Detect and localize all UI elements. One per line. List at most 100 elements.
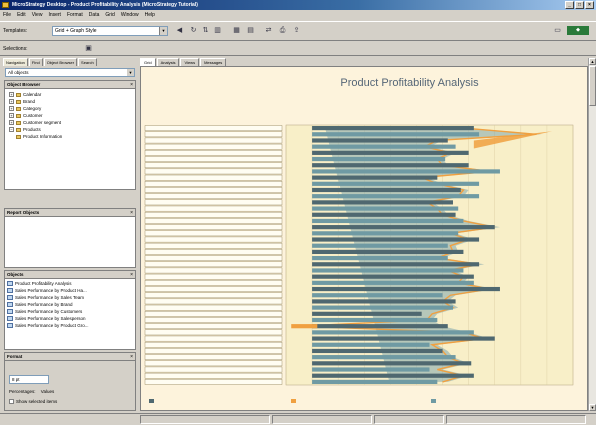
objects-header: Objects × bbox=[5, 271, 135, 279]
list-item[interactable]: Sales Performance by Brand bbox=[7, 301, 133, 308]
report-tabs: Grid Analysis Views Messages bbox=[140, 58, 227, 66]
selection-icon[interactable]: ▣ bbox=[84, 44, 93, 53]
template-select[interactable]: Grid + Graph Style ▼ bbox=[52, 26, 168, 36]
collapse-icon[interactable]: − bbox=[9, 127, 14, 132]
expand-icon[interactable]: + bbox=[9, 113, 14, 118]
list-item-label: Product Profitability Analysis bbox=[15, 281, 72, 286]
close-icon[interactable]: × bbox=[130, 353, 133, 361]
list-item[interactable]: Sales Performance by Product Ha... bbox=[7, 287, 133, 294]
tab-analysis[interactable]: Analysis bbox=[156, 58, 180, 66]
expand-icon[interactable]: + bbox=[9, 99, 14, 104]
menu-insert[interactable]: Insert bbox=[48, 10, 61, 20]
close-button[interactable]: × bbox=[585, 1, 594, 9]
maximize-button[interactable]: □ bbox=[575, 1, 584, 9]
tree-item-label: Customer segment bbox=[23, 120, 62, 125]
tree-item[interactable]: + Category bbox=[9, 105, 131, 112]
folder-icon bbox=[16, 113, 21, 118]
tree-item[interactable]: + Customer bbox=[9, 112, 131, 119]
menu-data[interactable]: Data bbox=[89, 10, 100, 20]
report-icon bbox=[7, 281, 13, 286]
legend-swatch bbox=[291, 399, 296, 403]
refresh-icon[interactable]: ↻ bbox=[189, 26, 198, 35]
export-icon[interactable]: ⇪ bbox=[292, 26, 301, 35]
scroll-down-icon[interactable]: ▼ bbox=[589, 404, 596, 411]
status-cell-4 bbox=[446, 415, 586, 424]
menu-grid[interactable]: Grid bbox=[105, 10, 114, 20]
graph-icon[interactable]: ▤ bbox=[246, 26, 255, 35]
menu-file[interactable]: File bbox=[3, 10, 11, 20]
tab-search[interactable]: Search bbox=[78, 58, 97, 66]
list-item[interactable]: Sales Performance by Salesperson bbox=[7, 315, 133, 322]
menu-view[interactable]: View bbox=[32, 10, 43, 20]
tree-item[interactable]: + Calendar bbox=[9, 91, 131, 98]
pivot-icon[interactable]: ⇄ bbox=[264, 26, 273, 35]
list-item[interactable]: Product Profitability Analysis bbox=[7, 280, 133, 287]
close-icon[interactable]: × bbox=[130, 271, 133, 279]
bar bbox=[312, 379, 438, 384]
row-label-box bbox=[144, 137, 283, 144]
expand-icon[interactable]: + bbox=[9, 92, 14, 97]
tab-grid[interactable]: Grid bbox=[140, 58, 156, 66]
grid-icon[interactable]: ▦ bbox=[232, 26, 241, 35]
object-filter-select[interactable]: All objects ▼ bbox=[5, 68, 135, 77]
list-item[interactable]: Sales Performance by Product Gro... bbox=[7, 322, 133, 329]
row-label-box bbox=[144, 354, 283, 360]
vertical-scrollbar[interactable]: ▲ ▼ bbox=[588, 58, 596, 411]
legend-swatch bbox=[149, 399, 154, 403]
menu-help[interactable]: Help bbox=[145, 10, 155, 20]
show-selected-label: Show selected items bbox=[16, 399, 58, 404]
tab-find[interactable]: Find bbox=[28, 58, 43, 66]
report-icon bbox=[7, 309, 13, 314]
tree-item-label: Brand bbox=[23, 99, 36, 104]
bar bbox=[312, 268, 464, 273]
percentages-value[interactable]: Values bbox=[41, 389, 54, 394]
format-header: Format × bbox=[5, 353, 135, 361]
tab-views[interactable]: Views bbox=[180, 58, 200, 66]
back-icon[interactable]: ◀ bbox=[175, 26, 184, 35]
row-label-box bbox=[144, 150, 283, 156]
report-icon bbox=[7, 288, 13, 293]
sort-icon[interactable]: ⇅ bbox=[201, 26, 210, 35]
bar bbox=[312, 361, 472, 366]
tree-item[interactable]: − Products bbox=[9, 126, 131, 133]
scroll-thumb[interactable] bbox=[589, 66, 596, 106]
format-panel: Format × 8 pt Percentages: Values Show s… bbox=[4, 352, 136, 411]
bar bbox=[312, 324, 448, 329]
expand-icon[interactable]: + bbox=[9, 120, 14, 125]
close-icon[interactable]: × bbox=[130, 81, 133, 89]
view-icon[interactable]: ▭ bbox=[553, 26, 562, 35]
logo-icon: ◆ bbox=[567, 26, 589, 35]
expand-icon[interactable]: + bbox=[9, 106, 14, 111]
list-item[interactable]: Sales Performance by Customers bbox=[7, 308, 133, 315]
bar bbox=[312, 156, 446, 162]
chart-icon[interactable]: ▥ bbox=[213, 26, 222, 35]
font-size-select[interactable]: 8 pt bbox=[9, 375, 49, 384]
tab-navigation[interactable]: Navigation bbox=[3, 58, 28, 66]
tab-object-browser[interactable]: Object Browser bbox=[43, 58, 78, 66]
minimize-button[interactable]: _ bbox=[565, 1, 574, 9]
print-icon[interactable]: ⎙ bbox=[278, 26, 287, 35]
object-browser-title: Object Browser bbox=[7, 82, 41, 87]
main-toolbar: Templates: Grid + Graph Style ▼ ◀ ↻ ⇅ ▥ … bbox=[0, 21, 596, 41]
tree-item[interactable]: + Customer segment bbox=[9, 119, 131, 126]
bar bbox=[312, 132, 480, 137]
tree-item[interactable]: Product Information bbox=[9, 133, 131, 140]
folder-icon bbox=[16, 120, 21, 125]
bar bbox=[312, 206, 459, 211]
menu-format[interactable]: Format bbox=[67, 10, 83, 20]
bar bbox=[312, 169, 500, 174]
tab-messages[interactable]: Messages bbox=[200, 58, 227, 66]
scroll-up-icon[interactable]: ▲ bbox=[589, 58, 596, 65]
menu-window[interactable]: Window bbox=[121, 10, 139, 20]
list-item[interactable]: Sales Performance by Sales Team bbox=[7, 294, 133, 301]
object-filter-value: All objects bbox=[8, 70, 29, 75]
show-selected-checkbox[interactable] bbox=[9, 399, 14, 404]
close-icon[interactable]: × bbox=[130, 209, 133, 217]
list-item-label: Sales Performance by Salesperson bbox=[15, 316, 86, 321]
tree-item[interactable]: + Brand bbox=[9, 98, 131, 105]
folder-icon bbox=[16, 92, 21, 97]
menu-bar: File Edit View Insert Format Data Grid W… bbox=[0, 10, 596, 20]
tree-item-label: Customer bbox=[23, 113, 43, 118]
menu-edit[interactable]: Edit bbox=[17, 10, 26, 20]
row-label-box bbox=[144, 323, 283, 329]
